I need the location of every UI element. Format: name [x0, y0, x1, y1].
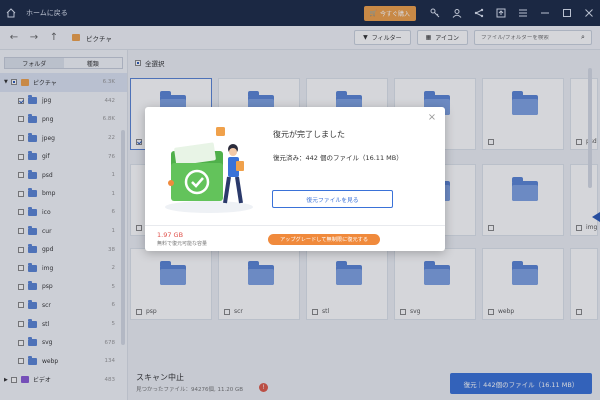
divider [145, 225, 445, 226]
view-recovered-files-button[interactable]: 復元ファイルを見る [272, 190, 393, 208]
recovery-illustration [165, 127, 253, 213]
recovered-summary: 復元済み：442 個のファイル（16.11 MB） [273, 154, 403, 162]
free-remaining-size: 1.97 GB [157, 231, 184, 239]
dialog-title: 復元が完了しました [273, 130, 345, 139]
recovery-complete-dialog: × 復元が完了しました 復元済み：442 個のファイル（16.11 MB） 復元… [145, 107, 445, 251]
close-icon[interactable]: × [427, 113, 437, 123]
free-remaining-label: 無料で復元可能な容量 [157, 241, 208, 247]
upgrade-button[interactable]: アップグレードして無制限に復元する [268, 234, 380, 245]
